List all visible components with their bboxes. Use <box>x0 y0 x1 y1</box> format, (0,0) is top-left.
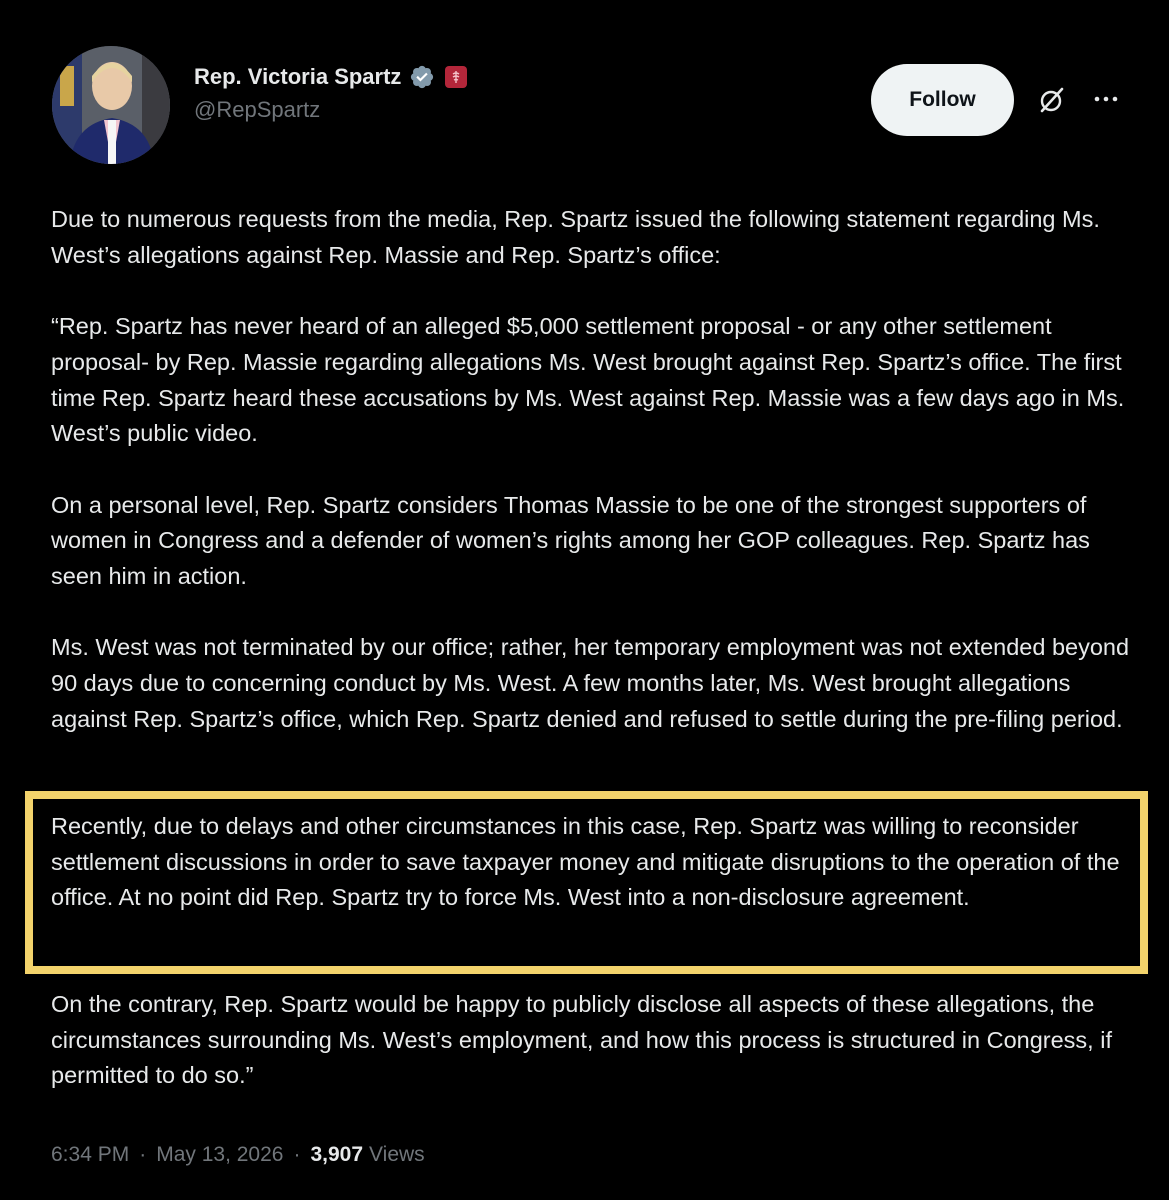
meta-separator: · <box>139 1143 147 1166</box>
tweet-paragraph: On a personal level, Rep. Spartz conside… <box>51 491 1090 589</box>
tweet-paragraph: Ms. West was not terminated by our offic… <box>51 634 1130 732</box>
meta-dot: · <box>293 1143 301 1166</box>
tweet-date[interactable]: May 13, 2026 <box>156 1143 283 1167</box>
tweet-paragraph: “Rep. Spartz has never heard of an alleg… <box>51 313 1125 447</box>
views-count[interactable]: 3,907 <box>310 1143 363 1167</box>
author-name-row: Rep. Victoria Spartz <box>194 64 468 90</box>
highlighted-paragraph: Recently, due to delays and other circum… <box>51 813 1120 911</box>
tweet-text: Due to numerous requests from the media,… <box>51 202 1131 738</box>
tweet-detail: Rep. Victoria Spartz @RepSpartz Follow D… <box>0 0 1169 1200</box>
verified-badge-icon[interactable] <box>409 64 435 90</box>
avatar-photo-icon <box>52 46 170 164</box>
grok-icon[interactable] <box>1038 86 1066 114</box>
avatar[interactable] <box>52 46 170 164</box>
tweet-paragraph: On the contrary, Rep. Spartz would be ha… <box>51 991 1112 1089</box>
author-handle[interactable]: @RepSpartz <box>194 97 320 123</box>
tweet-time[interactable]: 6:34 PM <box>51 1143 129 1167</box>
follow-button[interactable]: Follow <box>871 64 1014 136</box>
author-display-name[interactable]: Rep. Victoria Spartz <box>194 64 401 90</box>
more-options-icon[interactable] <box>1093 88 1119 110</box>
views-label[interactable]: Views <box>369 1143 425 1167</box>
tweet-meta: 6:34 PM · May 13, 2026 · 3,907 Views <box>51 1143 425 1167</box>
tweet-paragraph: Due to numerous requests from the media,… <box>51 206 1100 268</box>
government-label-icon[interactable] <box>445 66 468 88</box>
